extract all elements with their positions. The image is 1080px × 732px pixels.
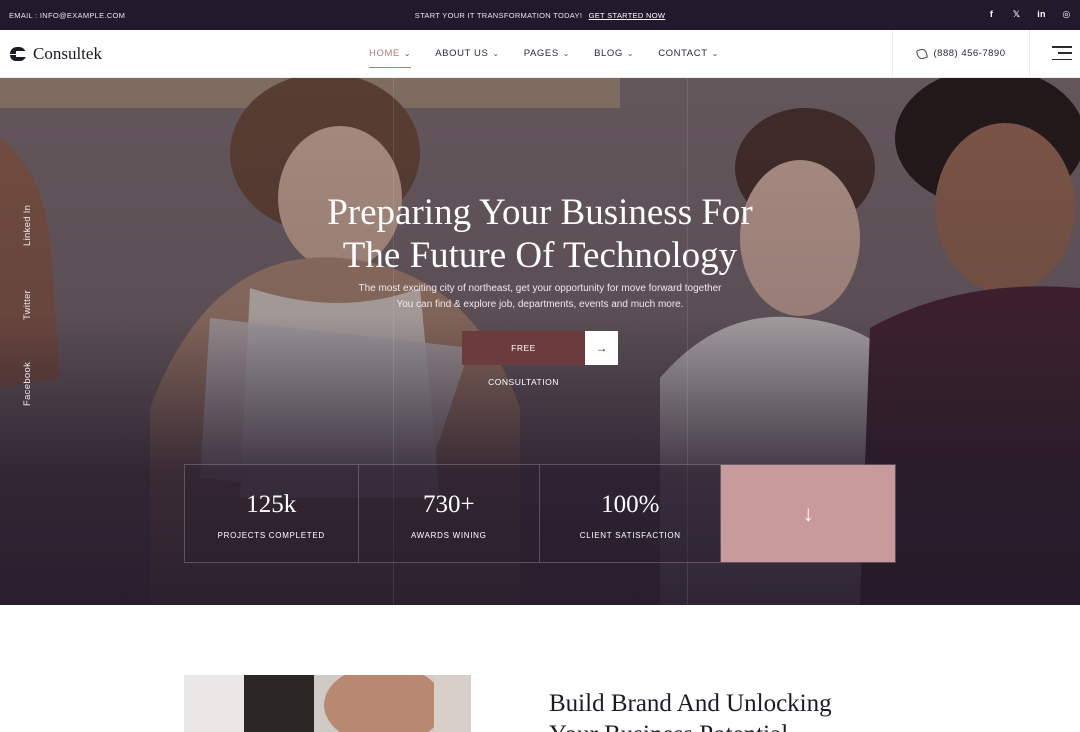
side-link-facebook[interactable]: Facebook xyxy=(22,362,33,406)
nav-menu: HOME ⌄ ABOUT US ⌄ PAGES ⌄ BLOG ⌄ CONTACT ⌄ xyxy=(369,48,743,68)
nav-item-contact[interactable]: CONTACT ⌄ xyxy=(658,48,719,59)
hamburger-menu-icon[interactable] xyxy=(1052,46,1072,60)
hero-title: Preparing Your Business For The Future O… xyxy=(0,191,1080,277)
stat-awards: 730+ AWARDS WINING xyxy=(359,465,540,562)
chevron-down-icon: ⌄ xyxy=(626,49,635,58)
stat-value: 100% xyxy=(601,491,660,518)
chevron-down-icon: ⌄ xyxy=(492,49,500,58)
topbar-promo: START YOUR IT TRANSFORMATION TODAY! GET … xyxy=(0,11,1080,20)
get-started-link[interactable]: GET STARTED NOW xyxy=(589,11,666,20)
hero-subtitle: The most exciting city of northeast, get… xyxy=(0,281,1080,313)
hero-title-line: Preparing Your Business For xyxy=(327,192,753,233)
stat-label: AWARDS WINING xyxy=(410,531,487,540)
about-photo xyxy=(184,675,471,732)
nav-item-pages[interactable]: PAGES ⌄ xyxy=(524,48,570,59)
scroll-down-button[interactable]: ↓ xyxy=(721,465,895,562)
nav-item-blog[interactable]: BLOG ⌄ xyxy=(594,48,634,59)
logo[interactable]: Consultek xyxy=(10,44,102,64)
about-title-line: Your Business Potential xyxy=(549,719,909,732)
x-icon[interactable]: 𝕏 xyxy=(1011,8,1022,20)
nav-item-label: ABOUT US xyxy=(435,48,489,59)
promo-text: START YOUR IT TRANSFORMATION TODAY! xyxy=(414,11,583,20)
chevron-down-icon: ⌄ xyxy=(562,49,571,58)
stat-projects: 125k PROJECTS COMPLETED xyxy=(185,465,359,562)
logo-mark-icon xyxy=(10,46,27,62)
nav-item-label: PAGES xyxy=(523,48,559,59)
top-bar: EMAIL : INFO@EXAMPLE.COM START YOUR IT T… xyxy=(0,0,1080,30)
stat-value: 730+ xyxy=(422,491,475,518)
about-image xyxy=(184,675,471,732)
nav-item-label: HOME xyxy=(369,48,400,59)
chevron-down-icon: ⌄ xyxy=(403,49,412,58)
hero-subtitle-line: You can find & explore job, departments,… xyxy=(396,299,684,310)
phone-icon xyxy=(915,47,928,60)
chevron-down-icon: ⌄ xyxy=(711,49,719,58)
nav-item-about-us[interactable]: ABOUT US ⌄ xyxy=(435,48,500,59)
arrow-right-icon: → xyxy=(585,331,618,365)
nav-item-home[interactable]: HOME ⌄ xyxy=(369,48,412,68)
stat-label: CLIENT SATISFACTION xyxy=(579,531,681,540)
stats-panel: 125k PROJECTS COMPLETED 730+ AWARDS WINI… xyxy=(184,464,896,563)
hero-section: Linked In Twitter Facebook Preparing You… xyxy=(0,78,1080,605)
phone-number: (888) 456-7890 xyxy=(933,48,1006,59)
nav-item-label: BLOG xyxy=(594,48,623,59)
about-title: Build Brand And Unlocking Your Business … xyxy=(549,688,909,732)
main-nav: Consultek HOME ⌄ ABOUT US ⌄ PAGES ⌄ BLOG ⌄ C… xyxy=(0,30,1080,78)
stat-satisfaction: 100% CLIENT SATISFACTION xyxy=(540,465,722,562)
arrow-down-icon: ↓ xyxy=(802,500,814,526)
linkedin-icon[interactable]: in xyxy=(1036,8,1047,20)
facebook-icon[interactable]: f xyxy=(986,8,997,20)
hero-subtitle-line: The most exciting city of northeast, get… xyxy=(358,283,722,294)
instagram-icon[interactable]: ◎ xyxy=(1061,8,1072,20)
free-consultation-button[interactable]: FREE CONSULTATION → xyxy=(462,331,618,387)
nav-phone[interactable]: (888) 456-7890 xyxy=(892,30,1030,77)
hero-title-line: The Future Of Technology xyxy=(342,235,738,276)
stat-label: PROJECTS COMPLETED xyxy=(217,531,325,540)
logo-text: Consultek xyxy=(33,44,102,63)
about-title-line: Build Brand And Unlocking xyxy=(549,690,832,717)
nav-item-label: CONTACT xyxy=(658,48,708,59)
cta-label: FREE CONSULTATION xyxy=(462,331,585,387)
topbar-social: f 𝕏 in ◎ xyxy=(986,8,1072,20)
stat-value: 125k xyxy=(246,491,297,518)
